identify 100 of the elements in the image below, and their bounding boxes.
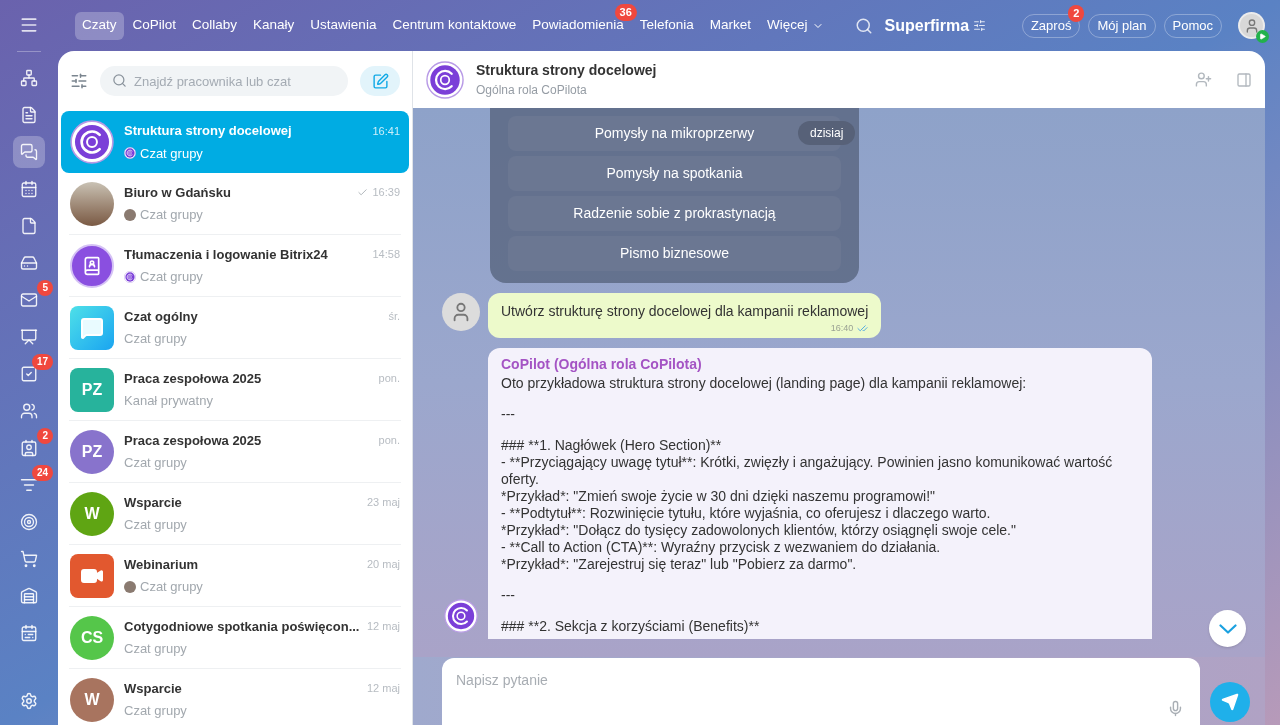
message-line: *Przykład*: "Zarejestruj się teraz" lub "Pobierz za darmo". [501,555,858,573]
initials-avatar: W [70,677,114,722]
count-badge: 17 [31,354,53,370]
chat-time: 16:39 [372,185,400,200]
chat-time: 12 maj [366,619,400,634]
suggestion-option[interactable]: Pismo biznesowe [508,236,841,271]
target-icon [20,513,38,531]
count-badge: 2 [1068,5,1085,23]
microphone-icon[interactable] [1167,700,1184,717]
person-avatar-icon [124,208,136,221]
company-name: Superfirma [884,15,970,36]
message-line: - **Przyciągający uwagę tytuł**: Krótki, zwięzły i angażujący. Powinien jasno komunikować wartość oferty. [501,453,1114,488]
message-line: --- [501,586,516,604]
message-author: CoPilot (Ogólna rola CoPilota) [501,354,703,374]
settings-icon [20,692,38,710]
chat-bubbles-avatar [70,305,114,350]
search-button[interactable] [854,16,873,35]
chat-time: pon. [378,433,400,448]
message-line: - **Call to Action (CTA)**: Wyraźny przycisk z wezwaniem do działania. [501,538,942,556]
chat-list-item[interactable]: Webinarium 20 maj Czat grupy [69,545,401,607]
chat-subtitle: Czat grupy [140,206,203,224]
user-avatar[interactable] [1238,12,1265,39]
scroll-down-button[interactable] [1209,610,1246,647]
chat-name: Wsparcie [124,493,183,512]
chat-time: 20 maj [366,557,400,572]
chat-name: Praca zespołowa 2025 [124,369,263,388]
search-icon [854,16,873,35]
chat-subtitle: Ogólna rola CoPilota [476,82,588,99]
chat-list-item[interactable]: PZ Praca zespołowa 2025 pon. Kanał prywatny [69,359,401,421]
chat-name: Praca zespołowa 2025 [124,431,263,450]
new-chat-button[interactable] [360,66,400,96]
chat-list-item[interactable]: W Wsparcie 23 maj Czat grupy [69,483,401,545]
date-pill: dzisiaj [798,121,856,145]
suggestion-option[interactable]: Pomysły na spotkania [508,156,841,191]
send-button[interactable] [1210,682,1250,722]
chat-time: 14:58 [372,247,400,262]
message-line: Oto przykładowa struktura strony docelowej (landing page) dla kampanii reklamowej: [501,374,1028,392]
message-input[interactable]: Napisz pytanie [442,658,1200,725]
users-icon [20,402,38,420]
presentation-icon [20,328,38,346]
copilot-logo-icon [124,270,136,283]
nav-tab[interactable]: Kanały [246,11,302,40]
message-line: ### **1. Nagłówek (Hero Section)** [501,436,723,454]
chat-list-item[interactable]: Biuro w Gdańsku 16:39 Czat grupy [69,173,401,235]
photo-placeholder [70,181,114,226]
chat-icon [20,143,38,161]
chat-list-item[interactable]: W Wsparcie 12 maj Czat grupy [69,669,401,725]
chat-time: 16:41 [372,123,400,139]
nav-tab[interactable]: Collaby [185,11,245,40]
document-icon [20,106,38,124]
chat-time: pon. [378,371,400,386]
nav-tab[interactable]: Market [702,11,759,40]
chat-name: Webinarium [124,555,200,574]
chat-list-item[interactable]: Czat ogólny śr. Czat grupy [69,297,401,359]
file-icon [20,217,38,235]
user-avatar [442,293,480,331]
chat-list-item[interactable]: Tłumaczenia i logowanie Bitrix24 14:58 Czat grupy [69,235,401,297]
initials-avatar: CS [70,615,114,660]
copilot-logo-avatar [444,598,478,633]
send-icon [1221,693,1239,711]
network-icon [20,69,38,87]
initials-avatar: W [70,491,114,536]
nav-tab[interactable]: Więcej [760,11,831,40]
person-avatar-icon [124,580,136,593]
chat-name: Tłumaczenia i logowanie Bitrix24 [124,245,329,264]
chat-name: Czat ogólny [124,307,199,326]
chat-subtitle: Czat grupy [124,640,187,658]
chat-name: Cotygodniowe spotkania poświęcon... [124,617,361,636]
initials-avatar: PZ [70,367,114,412]
mail-icon [20,291,38,309]
warehouse-icon [20,587,38,605]
sidebar-item[interactable] [13,136,45,168]
message-text: Utwórz strukturę strony docelowej dla kampanii reklamowej [501,302,869,321]
chat-name: Struktura strony docelowej [124,122,293,140]
sliders-icon[interactable] [973,19,987,32]
chat-subtitle: Czat grupy [140,144,203,163]
filter-icon[interactable] [70,72,88,90]
contact-card-icon [20,439,38,457]
count-badge: 2 [37,428,53,444]
chat-time: śr. [388,309,400,324]
chat-subtitle: Czat grupy [124,454,187,472]
search-field[interactable]: Znajdź pracownika lub czat [100,66,348,96]
chat-list-item[interactable]: CS Cotygodniowe spotkania poświęcon... 12 maj Czat grupy [69,607,401,669]
nav-tab[interactable]: Centrum kontaktowe [385,11,524,40]
chat-list-item[interactable]: Struktura strony docelowej 16:41 Czat grupy [61,111,409,173]
drive-icon [20,254,38,272]
nav-tab[interactable]: Czaty [75,11,124,40]
chat-list-item[interactable]: PZ Praca zespołowa 2025 pon. Czat grupy [69,421,401,483]
copilot-logo-avatar [70,120,114,164]
search-icon [112,73,127,88]
edit-icon [371,72,389,90]
chevron-down-icon [1218,623,1237,634]
message-line: ### **2. Sekcja z korzyściami (Benefits)** [501,617,761,635]
nav-tab[interactable]: CoPilot [125,11,184,40]
chat-subtitle: Kanał prywatny [124,392,213,410]
add-user-icon[interactable] [1195,71,1212,88]
suggestion-option[interactable]: Radzenie sobie z prokrastynacją [508,196,841,231]
chat-subtitle: Czat grupy [124,702,187,720]
nav-tab[interactable]: Ustawienia [303,11,384,40]
chat-subtitle: Czat grupy [140,268,203,286]
